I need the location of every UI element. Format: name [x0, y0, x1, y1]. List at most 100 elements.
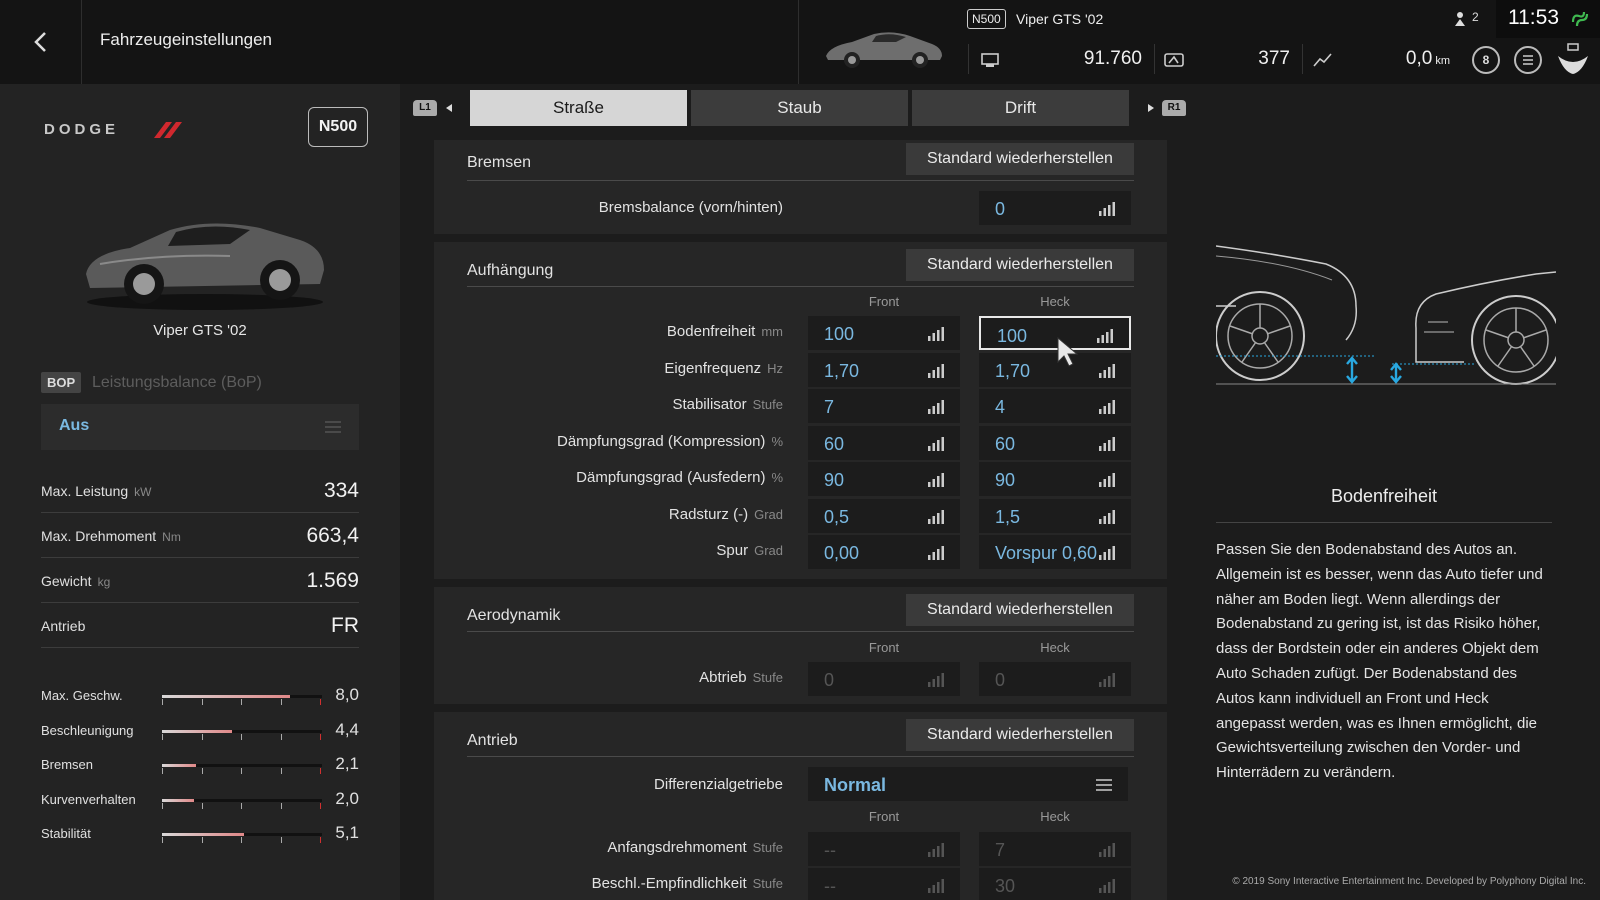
- row-label-text: Anfangsdrehmoment: [607, 839, 747, 856]
- reset-button[interactable]: Standard wiederherstellen: [906, 719, 1134, 751]
- rating-value: 8,0: [335, 685, 359, 704]
- row-label-text: Bodenfreiheit: [666, 323, 756, 340]
- suspension-rear-field[interactable]: Vorspur 0,60: [979, 535, 1131, 569]
- bop-badge: BOP: [41, 372, 82, 393]
- spec-row: Gewicht kg 1.569: [41, 559, 359, 603]
- downforce-rear-field: 0: [979, 662, 1131, 696]
- brand-logo: DODGE: [44, 121, 182, 138]
- copyright: © 2019 Sony Interactive Entertainment In…: [1232, 876, 1586, 887]
- row-unit: Grad: [754, 543, 783, 558]
- suspension-rear-field[interactable]: 60: [979, 425, 1131, 460]
- rating-tick: [162, 837, 163, 843]
- rating-bar: [162, 764, 322, 774]
- field-value: 0: [824, 670, 835, 690]
- differential-select[interactable]: Normal: [808, 767, 1128, 801]
- rating-fill: [162, 799, 194, 802]
- suspension-rear-field[interactable]: 90: [979, 462, 1131, 496]
- cursor-icon: [1057, 336, 1079, 367]
- spec-label: Max. Leistung: [41, 483, 129, 499]
- suspension-front-field[interactable]: 60: [808, 425, 960, 460]
- spec-row: Max. Drehmoment Nm 663,4: [41, 514, 359, 558]
- suspension-front-field[interactable]: 0,00: [808, 535, 960, 569]
- rating-tick: [280, 837, 282, 843]
- rating-bar: [162, 799, 322, 809]
- field-value: 0,5: [824, 506, 850, 527]
- menu-circle-icon[interactable]: [1514, 46, 1542, 74]
- bop-select[interactable]: Aus: [41, 404, 359, 450]
- rating-tick: [320, 768, 321, 774]
- spec-value: 1.569: [306, 569, 359, 592]
- credits-value: 91.760: [1083, 48, 1142, 69]
- spec-unit: kg: [97, 575, 111, 589]
- rating-tick: [201, 699, 203, 705]
- brake-balance-field[interactable]: 0: [979, 191, 1131, 225]
- suspension-front-field[interactable]: 90: [808, 462, 960, 496]
- suspension-rear-field[interactable]: 1,70: [979, 352, 1131, 387]
- bars-icon: [1097, 329, 1113, 343]
- field-value: --: [824, 876, 836, 896]
- tab-drift[interactable]: Drift: [912, 90, 1129, 126]
- row-label: Eigenfrequenz Hz: [664, 360, 783, 377]
- field-value: Vorspur 0,60: [995, 543, 1098, 563]
- spec-row: Antrieb FR: [41, 604, 359, 648]
- bars-icon: [1099, 673, 1115, 687]
- suspension-front-field[interactable]: 7: [808, 389, 960, 423]
- suspension-rear-field[interactable]: 4: [979, 389, 1131, 423]
- bars-icon: [1099, 363, 1115, 378]
- row-label-text: Dämpfungsgrad (Ausfedern): [576, 469, 766, 486]
- suspension-front-field[interactable]: 1,70: [808, 352, 960, 387]
- rating-label: Stabilität: [41, 826, 91, 841]
- back-button[interactable]: [0, 0, 82, 84]
- rating-fill: [162, 833, 244, 836]
- rating-tick: [280, 803, 282, 809]
- row-label: Differenzialgetriebe: [654, 776, 783, 793]
- rating-tick: [320, 837, 321, 843]
- spec-row: Max. Leistung kW 334: [41, 469, 359, 513]
- reset-button[interactable]: Standard wiederherstellen: [906, 143, 1134, 175]
- bars-icon: [928, 473, 944, 487]
- drivetrain-rear-field: 7: [979, 832, 1131, 866]
- car-name-left: Viper GTS '02: [153, 322, 247, 339]
- rating-row: Stabilität 5,1: [41, 823, 359, 847]
- column-head-front: Front: [868, 294, 900, 309]
- rating-value: 2,1: [335, 754, 359, 773]
- mileage-icon: [1164, 53, 1184, 67]
- reset-button[interactable]: Standard wiederherstellen: [906, 249, 1134, 281]
- spec-value: FR: [331, 614, 359, 637]
- r1-button-icon[interactable]: R1: [1162, 100, 1186, 116]
- tab-staub[interactable]: Staub: [691, 90, 908, 126]
- l1-button-icon[interactable]: L1: [413, 100, 437, 116]
- suspension-rear-field[interactable]: 1,5: [979, 498, 1131, 533]
- car-info-panel: DODGE N500 Viper GTS '02 BOP Leistungsba…: [0, 84, 400, 900]
- trophy-icon[interactable]: [1556, 42, 1590, 76]
- row-unit: Stufe: [752, 670, 783, 685]
- field-value: 7: [824, 397, 835, 417]
- field-value: 60: [995, 433, 1016, 454]
- setup-tabs: L1 Straße Staub Drift R1: [400, 84, 1200, 132]
- field-value: 30: [995, 876, 1016, 896]
- odometer-value: 0,0: [1405, 48, 1433, 69]
- bars-icon: [928, 546, 944, 560]
- rating-label: Kurvenverhalten: [41, 792, 136, 807]
- reset-button[interactable]: Standard wiederherstellen: [906, 594, 1134, 626]
- suspension-front-field[interactable]: 100: [808, 316, 960, 350]
- tab-strasse[interactable]: Straße: [470, 90, 687, 126]
- field-value: 4: [995, 397, 1006, 417]
- rating-tick: [241, 837, 242, 843]
- rating-fill: [162, 695, 290, 698]
- field-value: 1,5: [995, 506, 1021, 527]
- drivetrain-rear-field: 30: [979, 868, 1131, 900]
- bars-icon: [928, 673, 944, 687]
- suspension-rear-field[interactable]: 100: [979, 316, 1131, 350]
- field-value: 90: [824, 470, 845, 490]
- arrow-left-icon: [446, 104, 452, 112]
- row-unit: Stufe: [752, 840, 783, 855]
- clock: 11:53: [1508, 6, 1559, 29]
- suspension-front-field[interactable]: 0,5: [808, 498, 960, 533]
- friends-count: 2: [1472, 10, 1479, 24]
- row-label-text: Spur: [716, 542, 749, 559]
- ground-clearance-diagram: [1216, 245, 1556, 385]
- rating-tick: [162, 699, 163, 705]
- row-unit: %: [771, 470, 783, 485]
- list-icon: [325, 421, 341, 433]
